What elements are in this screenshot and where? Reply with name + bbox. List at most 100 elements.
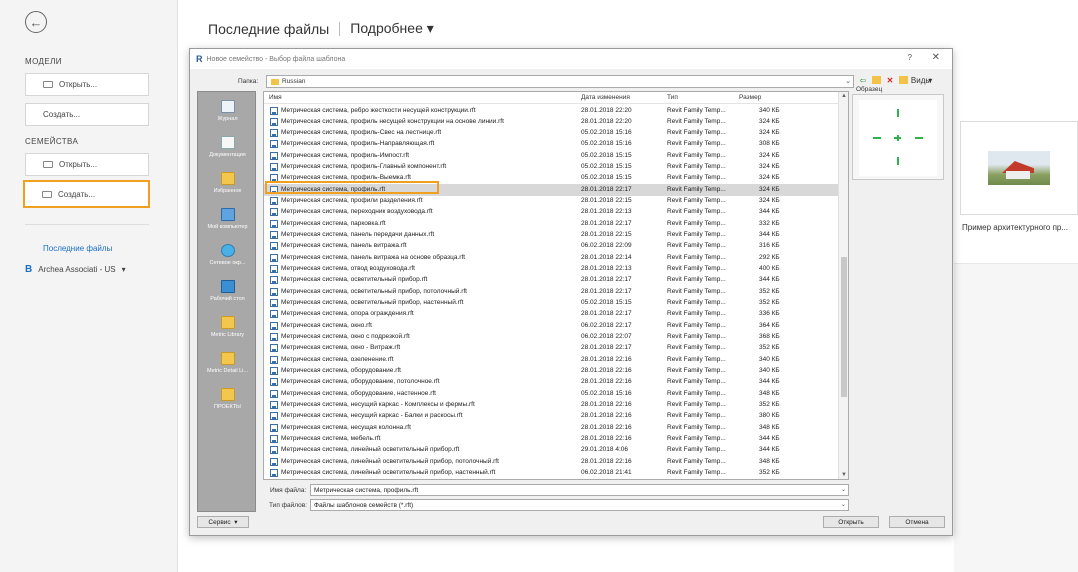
families-open-button[interactable]: Открыть...: [25, 153, 149, 176]
place-my-computer[interactable]: Мой компьютер: [198, 208, 257, 230]
place-network[interactable]: Сетевое окр...: [198, 244, 257, 266]
file-size: 344 КБ: [759, 276, 780, 284]
file-row[interactable]: Метрическая система, осветительный прибо…: [264, 286, 838, 297]
new-folder-icon[interactable]: [899, 76, 908, 84]
file-row[interactable]: Метрическая система, отвод воздуховода.r…: [264, 264, 838, 275]
file-row[interactable]: Метрическая система, профиль-Свес на лес…: [264, 128, 838, 139]
file-row[interactable]: Метрическая система, осветительный прибо…: [264, 275, 838, 286]
file-list-scrollbar[interactable]: ▲ ▼: [838, 92, 848, 479]
cancel-button[interactable]: Отмена: [889, 516, 945, 528]
place-metric-library[interactable]: Metric Library: [198, 316, 257, 338]
file-row[interactable]: Метрическая система, линейный осветитель…: [264, 468, 838, 479]
file-row[interactable]: Метрическая система, профиль-Главный ком…: [264, 162, 838, 173]
file-row[interactable]: Метрическая система, окно - Витраж.rft 28…: [264, 343, 838, 354]
place-journal[interactable]: Журнал: [198, 100, 257, 122]
rft-file-icon: [270, 174, 278, 183]
column-header-size[interactable]: Размер: [739, 94, 761, 101]
recent-file-thumbnail[interactable]: [960, 121, 1078, 215]
file-row[interactable]: Метрическая система, опора ограждения.rf…: [264, 309, 838, 320]
file-rows: Метрическая система, ребро жесткости нес…: [264, 105, 838, 479]
file-row[interactable]: Метрическая система, озеленение.rft 28.01…: [264, 354, 838, 365]
filetype-select[interactable]: Файлы шаблонов семейств (*.rft) ⌄: [310, 499, 849, 511]
file-row[interactable]: Метрическая система, окно с подрезкой.rf…: [264, 332, 838, 343]
scroll-up-icon[interactable]: ▲: [841, 93, 847, 99]
file-row[interactable]: Метрическая система, оборудование.rft 28.…: [264, 366, 838, 377]
families-create-button[interactable]: Создать...: [23, 180, 150, 208]
file-row[interactable]: Метрическая система, линейный осветитель…: [264, 445, 838, 456]
place-docs[interactable]: Документация: [198, 136, 257, 158]
help-button[interactable]: ?: [908, 53, 912, 62]
file-row[interactable]: Метрическая система, несущая колонна.rft…: [264, 422, 838, 433]
file-row[interactable]: Метрическая система, несущий каркас - Ко…: [264, 400, 838, 411]
file-row[interactable]: Метрическая система, профиль несущей кон…: [264, 116, 838, 127]
file-row[interactable]: Метрическая система, окно.rft 06.02.2018 …: [264, 320, 838, 331]
file-row[interactable]: Метрическая система, профиль-Направляюща…: [264, 139, 838, 150]
scroll-down-icon[interactable]: ▼: [841, 472, 847, 478]
file-name: Метрическая система, профиль-Выемка.rft: [281, 174, 411, 182]
rft-file-icon: [270, 163, 278, 172]
place-label: Сетевое окр...: [209, 260, 246, 266]
file-name: Метрическая система, панель витража.rft: [281, 242, 407, 250]
file-row[interactable]: Метрическая система, осветительный прибо…: [264, 298, 838, 309]
file-size: 380 КБ: [759, 412, 780, 420]
file-name: Метрическая система, профиль несущей кон…: [281, 117, 504, 125]
file-row[interactable]: Метрическая система, профили разделения.…: [264, 196, 838, 207]
file-row[interactable]: Метрическая система, парковка.rft 28.01.2…: [264, 218, 838, 229]
file-row[interactable]: Метрическая система, профиль-Импост.rft 0…: [264, 150, 838, 161]
views-dropdown[interactable]: Виды ▾: [911, 75, 932, 85]
rft-file-icon: [270, 117, 278, 126]
place-favorites[interactable]: Избранное: [198, 172, 257, 194]
filename-value: Метрическая система, профиль.rft: [314, 486, 419, 494]
file-size: 324 КБ: [759, 163, 780, 171]
recent-files-link[interactable]: Последние файлы: [43, 244, 112, 253]
file-name: Метрическая система, профиль-Главный ком…: [281, 163, 447, 171]
file-row[interactable]: Метрическая система, панель передачи дан…: [264, 230, 838, 241]
rft-file-icon: [270, 423, 278, 432]
place-projects[interactable]: ПРОЕКТЫ: [198, 388, 257, 410]
file-name: Метрическая система, оборудование, насте…: [281, 389, 436, 397]
hub-selector[interactable]: B Archea Associati - US ▾: [25, 264, 126, 275]
file-row[interactable]: Метрическая система, профиль.rft 28.01.20…: [264, 184, 838, 196]
models-create-button[interactable]: Создать...: [25, 103, 149, 126]
column-header-name[interactable]: Имя: [269, 94, 282, 101]
file-row[interactable]: Метрическая система, переходник воздухов…: [264, 207, 838, 218]
file-row[interactable]: Метрическая система, панель витража.rft 0…: [264, 241, 838, 252]
file-row[interactable]: Метрическая система, линейный осветитель…: [264, 456, 838, 467]
rft-file-icon: [270, 469, 278, 477]
journal-icon: [220, 100, 235, 113]
filetype-label: Тип файлов:: [269, 502, 307, 509]
place-desktop[interactable]: Рабочий стол: [198, 280, 257, 302]
models-open-button[interactable]: Открыть...: [25, 73, 149, 96]
file-row[interactable]: Метрическая система, панель витража на о…: [264, 252, 838, 263]
filename-input[interactable]: Метрическая система, профиль.rft ⌄: [310, 484, 849, 496]
delete-icon[interactable]: ✕: [885, 75, 895, 85]
up-folder-icon[interactable]: [872, 76, 881, 84]
file-row[interactable]: Метрическая система, оборудование, потол…: [264, 377, 838, 388]
file-list: Имя Дата изменения Тип Размер Метрическа…: [263, 91, 849, 480]
folder-label: Папка:: [238, 78, 259, 85]
file-type: Revit Family Temp...: [667, 287, 726, 295]
back-arrow-icon[interactable]: ←: [25, 11, 47, 33]
file-row[interactable]: Метрическая система, ребро жесткости нес…: [264, 105, 838, 116]
file-row[interactable]: Метрическая система, оборудование, насте…: [264, 388, 838, 399]
close-button[interactable]: ✕: [932, 52, 940, 63]
file-type: Revit Family Temp...: [667, 197, 726, 205]
file-size: 344 КБ: [759, 208, 780, 216]
file-row[interactable]: Метрическая система, профиль-Выемка.rft 0…: [264, 173, 838, 184]
file-row[interactable]: Метрическая система, несущий каркас - Ба…: [264, 411, 838, 422]
scroll-thumb[interactable]: [841, 257, 847, 397]
column-header-date[interactable]: Дата изменения: [581, 94, 630, 101]
back-arrow-icon[interactable]: ⇦: [858, 75, 868, 85]
file-size: 348 КБ: [759, 423, 780, 431]
file-type: Revit Family Temp...: [667, 129, 726, 137]
place-label: Metric Library: [210, 332, 245, 338]
file-row[interactable]: Метрическая система, мебель.rft 28.01.201…: [264, 434, 838, 445]
file-size: 348 КБ: [759, 457, 780, 465]
folder-dropdown[interactable]: Russian ⌄: [266, 75, 854, 88]
open-button[interactable]: Открыть: [823, 516, 879, 528]
models-open-label: Открыть...: [59, 80, 98, 89]
service-button[interactable]: Сервис ▾: [197, 516, 249, 528]
place-metric-detail[interactable]: Metric Detail Li...: [198, 352, 257, 374]
detail-view-dropdown[interactable]: Подробнее ▾: [350, 20, 434, 37]
column-header-type[interactable]: Тип: [667, 94, 678, 101]
